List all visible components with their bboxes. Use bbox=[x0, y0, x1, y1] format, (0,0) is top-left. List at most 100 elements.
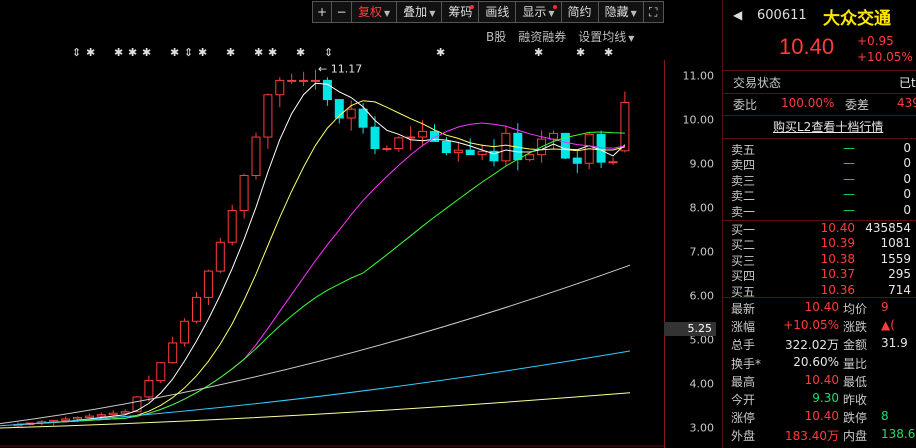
book-row[interactable]: 买三 10.38 1559 bbox=[731, 252, 916, 268]
candle-body bbox=[73, 417, 82, 420]
stat-label: 总手 bbox=[731, 338, 756, 353]
book-row[interactable]: 买四 10.37 295 bbox=[731, 267, 916, 283]
book-row[interactable]: 卖三 —0 bbox=[731, 172, 916, 188]
event-markers-row: ⇕ ✱ ✱ ✱ ✱ ✱ ⇕ ✱ ✱ ✱ ✱ ✱ ⇕ ✱ ✱ ✱ ✱ bbox=[0, 46, 660, 60]
candle-body bbox=[465, 149, 475, 156]
cursor-price-marker: 5.25 bbox=[664, 322, 716, 336]
price-tick-label: 4.00 bbox=[689, 377, 715, 391]
event-star-icon[interactable]: ✱ bbox=[576, 46, 585, 59]
event-star-icon[interactable]: ✱ bbox=[142, 46, 151, 59]
event-star-icon[interactable]: ✱ bbox=[86, 46, 95, 59]
xianshi-button[interactable]: 显示 ▼ bbox=[516, 1, 562, 23]
price-axis: 11.00 10.00 9.00 8.00 7.00 6.00 5.00 4.00 3.00 bbox=[664, 60, 720, 448]
stat-label: 最新 bbox=[731, 302, 756, 316]
weibi-label: 委比 bbox=[733, 98, 758, 112]
bgu-link[interactable]: B股 bbox=[486, 28, 506, 45]
stat-row: 最新 10.40 均价 9 bbox=[731, 300, 916, 316]
chouma-button[interactable]: 筹码 bbox=[442, 1, 480, 23]
candle-body bbox=[227, 209, 237, 243]
divider bbox=[723, 70, 916, 71]
book-row[interactable]: 卖一 — 0 bbox=[731, 203, 916, 219]
jianyue-button[interactable]: 简约 bbox=[561, 1, 599, 23]
kline-chart-area[interactable]: + − 复权 ▼ 叠加 ▼ 筹码 画线 显示 ▼ 简约 隐藏 ▼ ⛶ B股 融资融券 设… bbox=[0, 0, 720, 448]
event-arrow-icon[interactable]: ⇕ bbox=[184, 46, 193, 59]
candle-body bbox=[61, 418, 71, 421]
fuquan-label: 复权 bbox=[358, 5, 383, 19]
event-star-icon[interactable]: ✱ bbox=[436, 46, 445, 59]
candle-body bbox=[287, 79, 297, 82]
stat-value: 9 bbox=[881, 300, 889, 314]
candle-body bbox=[370, 126, 380, 150]
event-star-icon[interactable]: ✱ bbox=[226, 46, 235, 59]
event-star-icon[interactable]: ✱ bbox=[254, 46, 263, 59]
divider bbox=[723, 297, 916, 298]
chart-toolbar: + − 复权 ▼ 叠加 ▼ 筹码 画线 显示 ▼ 简约 隐藏 ▼ ⛶ bbox=[312, 1, 664, 23]
peak-price-label: ← 11.17 bbox=[318, 63, 362, 76]
candle-body bbox=[156, 362, 166, 382]
divider bbox=[723, 93, 916, 94]
event-star-icon[interactable]: ✱ bbox=[604, 46, 613, 59]
event-star-icon[interactable]: ✱ bbox=[114, 46, 123, 59]
event-star-icon[interactable]: ✱ bbox=[296, 46, 305, 59]
zoom-in-button[interactable]: + bbox=[312, 1, 332, 23]
candle-body bbox=[203, 270, 213, 298]
book-price: 10.38 bbox=[820, 251, 855, 266]
candle-body bbox=[549, 132, 558, 140]
stat-label: 最高 bbox=[731, 374, 756, 389]
candle-body bbox=[394, 137, 404, 150]
book-row[interactable]: 卖二 —0 bbox=[731, 187, 916, 203]
candle-body bbox=[453, 149, 463, 154]
book-price: — bbox=[843, 141, 855, 155]
l2-upgrade-link[interactable]: 购买L2查看十档行情 bbox=[773, 118, 883, 136]
divider bbox=[723, 138, 916, 139]
book-price: 10.39 bbox=[820, 236, 855, 251]
event-star-icon[interactable]: ✱ bbox=[128, 46, 137, 59]
book-price: 10.37 bbox=[820, 267, 855, 282]
book-row[interactable]: 卖五 —0 bbox=[731, 141, 916, 157]
stat-label: 今开 bbox=[731, 393, 756, 407]
change-abs: +0.95 bbox=[857, 34, 894, 48]
candle-body bbox=[608, 161, 618, 164]
candle-body bbox=[120, 411, 130, 414]
zoom-out-button[interactable]: − bbox=[332, 1, 352, 23]
event-star-icon[interactable]: ✱ bbox=[170, 46, 179, 59]
event-star-icon[interactable]: ✱ bbox=[198, 46, 207, 59]
stat-value: 183.40万 bbox=[785, 429, 839, 444]
candle-body bbox=[251, 136, 261, 177]
book-row[interactable]: 卖四 —0 bbox=[731, 156, 916, 172]
rongzi-link[interactable]: 融资融券 bbox=[518, 28, 566, 45]
back-arrow-icon[interactable]: ◀ bbox=[733, 8, 742, 22]
stat-row: 今开 9.30 昨收 bbox=[731, 391, 916, 407]
fullscreen-icon[interactable]: ⛶ bbox=[643, 1, 664, 23]
change-pct: +10.05% bbox=[857, 50, 913, 64]
diejia-button[interactable]: 叠加 ▼ bbox=[397, 1, 443, 23]
fuquan-button[interactable]: 复权 ▼ bbox=[352, 1, 398, 23]
event-star-icon[interactable]: ✱ bbox=[534, 46, 543, 59]
stat-label: 外盘 bbox=[731, 429, 756, 444]
event-arrow-icon[interactable]: ⇕ bbox=[72, 46, 81, 59]
candle-body bbox=[525, 154, 535, 161]
book-volume: 0 bbox=[903, 141, 911, 155]
event-star-icon[interactable]: ✱ bbox=[268, 46, 277, 59]
book-volume: 0 bbox=[903, 202, 911, 217]
yincang-button[interactable]: 隐藏 ▼ bbox=[598, 1, 644, 23]
candle-body bbox=[215, 241, 225, 272]
candle-body bbox=[418, 130, 428, 138]
stat-value: 10.40 bbox=[804, 372, 839, 387]
stat-label: 量比 bbox=[843, 356, 868, 371]
book-volume: 1081 bbox=[880, 236, 911, 251]
book-price: — bbox=[843, 156, 855, 171]
huaxian-button[interactable]: 画线 bbox=[479, 1, 517, 23]
stat-value: 31.9 bbox=[881, 336, 908, 351]
ma10-line bbox=[17, 100, 626, 425]
stat-label: 均价 bbox=[843, 302, 868, 316]
price-tick-label: 7.00 bbox=[689, 245, 715, 259]
book-row[interactable]: 买二 10.39 1081 bbox=[731, 236, 916, 252]
ma-settings-link[interactable]: 设置均线 ▼ bbox=[578, 28, 634, 45]
book-row[interactable]: 买一 10.40 435854 bbox=[731, 221, 916, 237]
event-arrow-icon[interactable]: ⇕ bbox=[324, 46, 333, 59]
candlestick-plot[interactable]: ← 11.17 bbox=[0, 60, 664, 448]
yincang-label: 隐藏 bbox=[604, 5, 629, 19]
price-tick-label: 9.00 bbox=[689, 157, 715, 171]
caret-down-icon: ▼ bbox=[548, 9, 555, 18]
